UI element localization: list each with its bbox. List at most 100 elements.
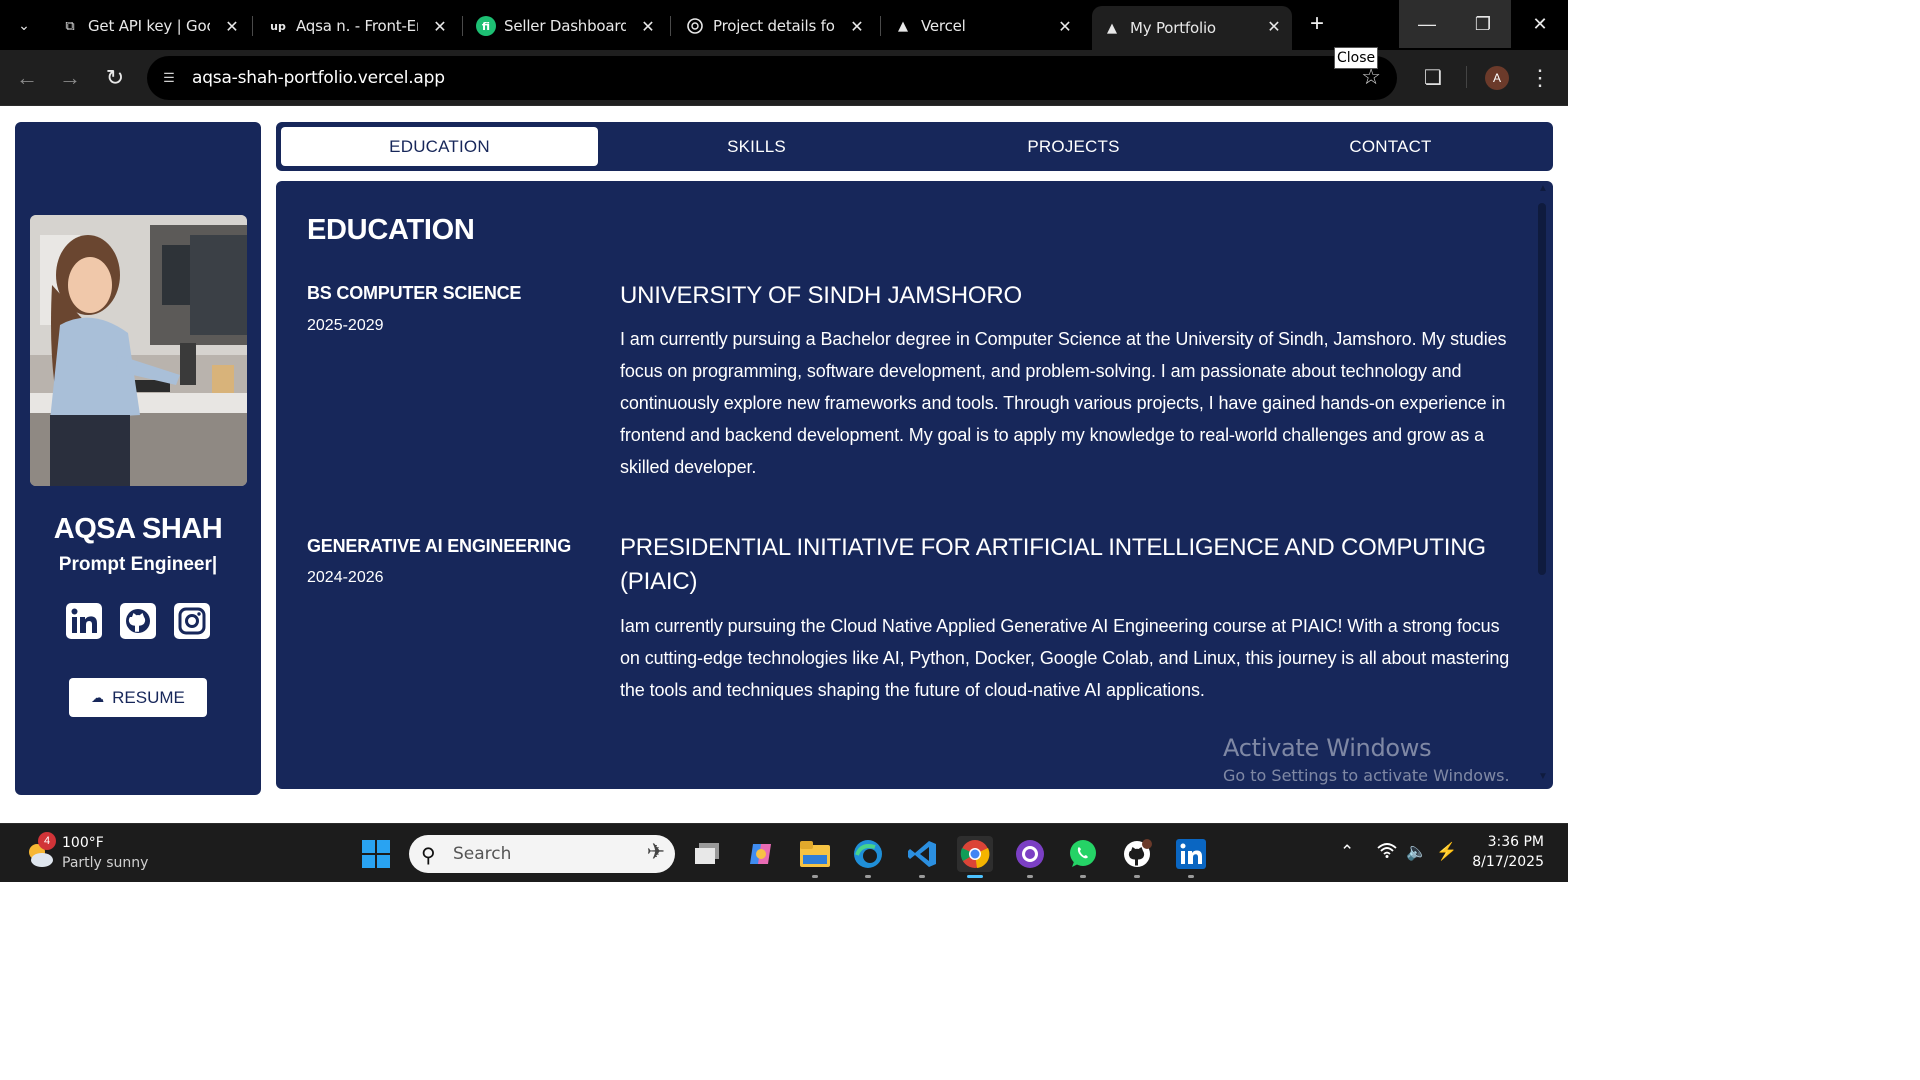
tab-search-chevron-icon[interactable]: ⌄ — [8, 9, 40, 41]
battery-charging-icon[interactable]: ⚡ — [1436, 842, 1457, 862]
profile-avatar[interactable]: A — [1485, 66, 1509, 90]
window-minimize-icon[interactable]: — — [1399, 0, 1455, 48]
cloud-download-icon: ☁ — [91, 689, 105, 705]
github-icon[interactable] — [119, 602, 157, 640]
running-indicator — [1188, 875, 1194, 878]
scrollbar-thumb[interactable] — [1538, 203, 1546, 575]
tab-close-icon[interactable]: ✕ — [847, 16, 867, 36]
vercel-icon: ▲ — [1107, 20, 1117, 36]
browser-tab-title: Vercel — [921, 17, 966, 35]
chrome-icon[interactable] — [957, 836, 993, 878]
activate-windows-subtitle: Go to Settings to activate Windows. — [1223, 766, 1510, 785]
github-desktop-icon[interactable] — [1012, 836, 1048, 878]
external-page-icon: ⧉ — [65, 18, 75, 34]
education-institution: PRESIDENTIAL INITIATIVE FOR ARTIFICIAL I… — [620, 534, 1486, 595]
running-indicator — [1134, 875, 1140, 878]
instagram-icon[interactable] — [173, 602, 211, 640]
vscode-icon[interactable] — [904, 836, 940, 878]
edge-browser-icon[interactable] — [850, 836, 886, 878]
browser-tab-strip: ⌄ ⧉ Get API key | Goog ✕ up Aqsa n. - Fr… — [0, 0, 1568, 50]
browser-tab-my-portfolio[interactable]: ▲ My Portfolio ✕ — [1092, 6, 1292, 50]
weather-temperature[interactable]: 100°F — [62, 835, 104, 851]
reload-icon[interactable]: ↻ — [99, 62, 131, 94]
tab-education[interactable]: EDUCATION — [281, 127, 598, 166]
openai-icon — [685, 16, 705, 36]
education-description: Iam currently pursuing the Cloud Native … — [620, 616, 1510, 700]
profile-name: AQSA SHAH — [53, 513, 223, 545]
social-links — [65, 602, 215, 642]
profile-role: Prompt Engineer| — [58, 554, 218, 575]
toolbar-divider — [1466, 66, 1467, 88]
taskbar-search[interactable]: ⚲ Search ✈ — [409, 835, 675, 873]
resume-button[interactable]: ☁ RESUME — [69, 678, 207, 717]
whatsapp-icon[interactable] — [1065, 836, 1101, 878]
browser-tab-seller-dashboard[interactable]: fi Seller Dashboard ✕ — [466, 6, 666, 46]
volume-icon[interactable]: 🔈 — [1406, 842, 1427, 862]
search-icon: ⚲ — [421, 845, 436, 867]
section-tabs: EDUCATION SKILLS PROJECTS CONTACT — [276, 122, 1553, 171]
windows-taskbar: 4 100°F Partly sunny ⚲ Search ✈ ⌃ 🔈 ⚡ 3:… — [0, 823, 1568, 882]
window-close-icon[interactable]: ✕ — [1512, 0, 1568, 48]
profile-photo — [30, 215, 247, 486]
browser-tab-title: Seller Dashboard — [504, 17, 626, 35]
tab-contact[interactable]: CONTACT — [1232, 127, 1549, 166]
resume-label: RESUME — [112, 687, 185, 707]
tab-divider — [252, 16, 253, 36]
tab-divider — [880, 16, 881, 36]
file-explorer-icon[interactable] — [797, 836, 833, 878]
clock-time[interactable]: 3:36 PM — [1482, 834, 1544, 850]
address-bar[interactable]: ☰ aqsa-shah-portfolio.vercel.app ☆ — [147, 56, 1397, 100]
show-hidden-icons-chevron-icon[interactable]: ⌃ — [1340, 842, 1354, 862]
active-app-indicator — [967, 875, 983, 878]
portfolio-page: AQSA SHAH Prompt Engineer| ☁ RESUME EDUC… — [0, 107, 1568, 823]
tab-projects[interactable]: PROJECTS — [915, 127, 1232, 166]
tab-close-icon[interactable]: ✕ — [638, 16, 658, 36]
browser-tab-api-key[interactable]: ⧉ Get API key | Goog ✕ — [50, 6, 250, 46]
copilot-icon[interactable] — [743, 836, 779, 872]
taskbar-search-placeholder: Search — [453, 844, 512, 864]
education-institution: UNIVERSITY OF SINDH JAMSHORO — [620, 282, 1023, 309]
browser-toolbar: ← → ↻ ☰ aqsa-shah-portfolio.vercel.app ☆… — [0, 50, 1568, 106]
browser-tab-title: Aqsa n. - Front-End — [296, 17, 418, 35]
address-bar-url[interactable]: aqsa-shah-portfolio.vercel.app — [192, 68, 445, 88]
tab-divider — [670, 16, 671, 36]
task-view-icon[interactable] — [690, 836, 726, 872]
activate-windows-title: Activate Windows — [1223, 734, 1432, 762]
forward-arrow-icon[interactable]: → — [54, 62, 86, 94]
upwork-icon: up — [270, 19, 286, 33]
svg-text:fi: fi — [482, 20, 490, 33]
running-indicator — [919, 875, 925, 878]
window-restore-icon[interactable]: ❐ — [1455, 0, 1511, 48]
browser-menu-icon[interactable]: ⋮ — [1528, 62, 1552, 94]
tab-divider — [462, 16, 463, 36]
scroll-down-arrow-icon[interactable]: ▼ — [1538, 771, 1548, 782]
back-arrow-icon[interactable]: ← — [11, 62, 43, 94]
clock-date[interactable]: 8/17/2025 — [1470, 854, 1544, 870]
new-tab-plus-icon[interactable]: + — [1303, 10, 1331, 38]
search-highlight-icon: ✈ — [646, 839, 665, 864]
education-panel: EDUCATION BS COMPUTER SCIENCE 2025-2029 … — [276, 181, 1553, 789]
tab-close-icon[interactable]: ✕ — [222, 16, 242, 36]
tab-close-icon[interactable]: ✕ — [1055, 16, 1075, 36]
browser-tab-vercel[interactable]: ▲ Vercel ✕ — [883, 6, 1083, 46]
windows-start-icon[interactable] — [362, 840, 390, 868]
site-settings-icon[interactable]: ☰ — [159, 68, 179, 88]
weather-condition[interactable]: Partly sunny — [62, 855, 148, 871]
tab-close-icon[interactable]: ✕ — [430, 16, 450, 36]
tab-skills[interactable]: SKILLS — [598, 127, 915, 166]
tab-close-icon[interactable]: ✕ — [1264, 16, 1284, 36]
education-description: I am currently pursuing a Bachelor degre… — [620, 329, 1507, 477]
section-title: EDUCATION — [307, 214, 475, 246]
browser-tab-title: Get API key | Goog — [88, 17, 210, 35]
scroll-up-arrow-icon[interactable]: ▲ — [1538, 183, 1548, 194]
browser-tab-upwork[interactable]: up Aqsa n. - Front-End ✕ — [258, 6, 458, 46]
browser-tab-project-details[interactable]: Project details form ✕ — [675, 6, 875, 46]
linkedin-app-icon[interactable] — [1173, 836, 1209, 878]
extensions-puzzle-icon[interactable]: ❏ — [1418, 62, 1448, 92]
wifi-icon[interactable] — [1377, 842, 1397, 863]
github-icon[interactable] — [1119, 836, 1155, 878]
education-years: 2025-2029 — [307, 317, 384, 334]
education-degree: GENERATIVE AI ENGINEERING — [307, 536, 572, 556]
browser-tab-title: My Portfolio — [1130, 19, 1216, 37]
linkedin-icon[interactable] — [65, 602, 103, 640]
